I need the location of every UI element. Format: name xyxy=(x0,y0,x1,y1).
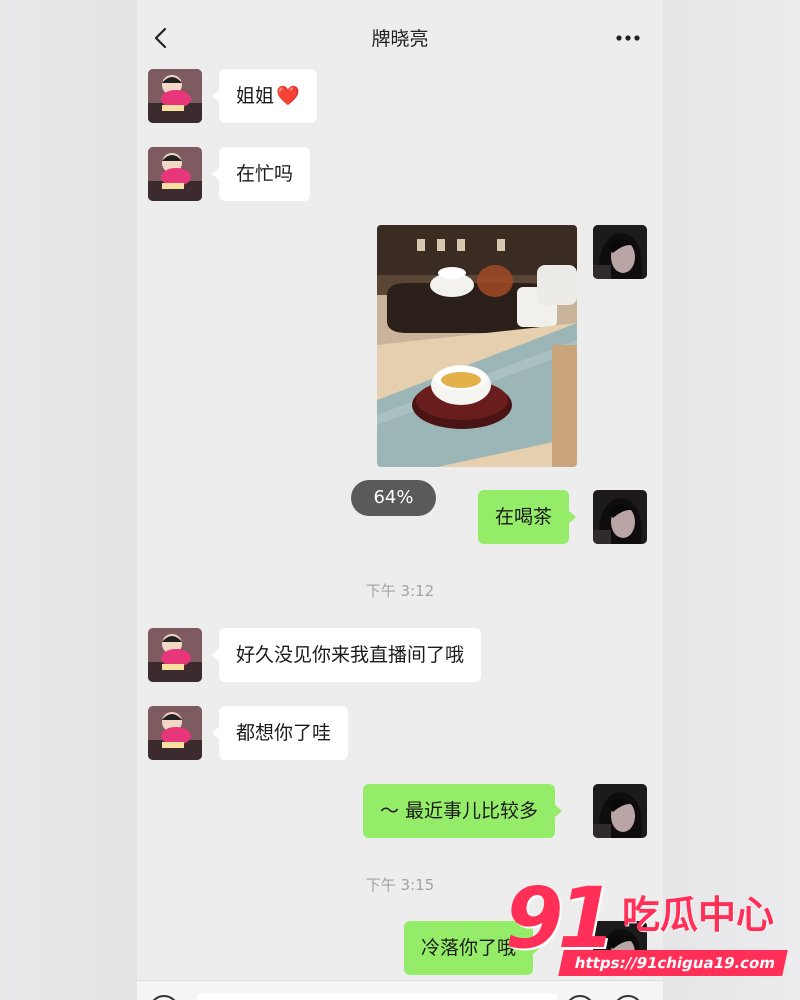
plus-icon[interactable] xyxy=(613,995,643,1000)
chat-header: 牌晓亮 xyxy=(137,0,663,76)
background-left xyxy=(0,0,137,1000)
user-avatar[interactable] xyxy=(593,225,647,279)
message-input[interactable] xyxy=(197,993,557,1000)
message-text: 都想你了哇 xyxy=(236,722,332,744)
chat-screen: 牌晓亮 姐姐 ❤️ 在忙吗 64% 在喝茶 下午 3:12 好久没见你来我直播间… xyxy=(137,0,663,1000)
more-horizontal-icon[interactable] xyxy=(615,34,641,42)
chat-title: 牌晓亮 xyxy=(371,28,429,50)
emoji-icon[interactable] xyxy=(565,995,595,1000)
message-bubble[interactable]: 在忙吗 xyxy=(211,147,311,201)
contact-avatar[interactable] xyxy=(148,147,202,201)
message-text: 冷落你了哦 xyxy=(421,937,517,959)
timestamp: 下午 3:12 xyxy=(365,582,435,600)
tea-cup-photo[interactable] xyxy=(377,225,577,467)
upload-progress-badge: 64% xyxy=(351,480,436,516)
contact-avatar[interactable] xyxy=(148,706,202,760)
message-bubble[interactable]: 都想你了哇 xyxy=(211,706,349,760)
message-bubble[interactable]: ～ 最近事儿比较多 xyxy=(363,784,563,838)
contact-avatar[interactable] xyxy=(148,628,202,682)
heart-emoji: ❤️ xyxy=(276,85,300,107)
contact-avatar[interactable] xyxy=(148,69,202,123)
message-text: 在忙吗 xyxy=(236,163,294,185)
message-text: ～ 最近事儿比较多 xyxy=(380,800,539,822)
message-text: 姐姐 xyxy=(236,85,275,107)
user-avatar[interactable] xyxy=(593,490,647,544)
message-text: 好久没见你来我直播间了哦 xyxy=(236,644,465,666)
watermark-name: 吃瓜中心 xyxy=(622,893,775,937)
chat-input-bar xyxy=(137,980,663,1000)
watermark-logo: 91 吃瓜中心 https://91chigua19.com xyxy=(505,870,788,982)
message-text: 在喝茶 xyxy=(495,506,553,528)
message-bubble[interactable]: 姐姐 ❤️ xyxy=(212,69,317,123)
user-avatar[interactable] xyxy=(593,784,647,838)
background-right xyxy=(663,0,800,1000)
watermark-url: https://91chigua19.com xyxy=(558,950,788,976)
message-bubble[interactable]: 好久没见你来我直播间了哦 xyxy=(211,628,482,682)
message-bubble[interactable]: 在喝茶 xyxy=(478,490,577,544)
voice-icon[interactable] xyxy=(149,995,179,1000)
